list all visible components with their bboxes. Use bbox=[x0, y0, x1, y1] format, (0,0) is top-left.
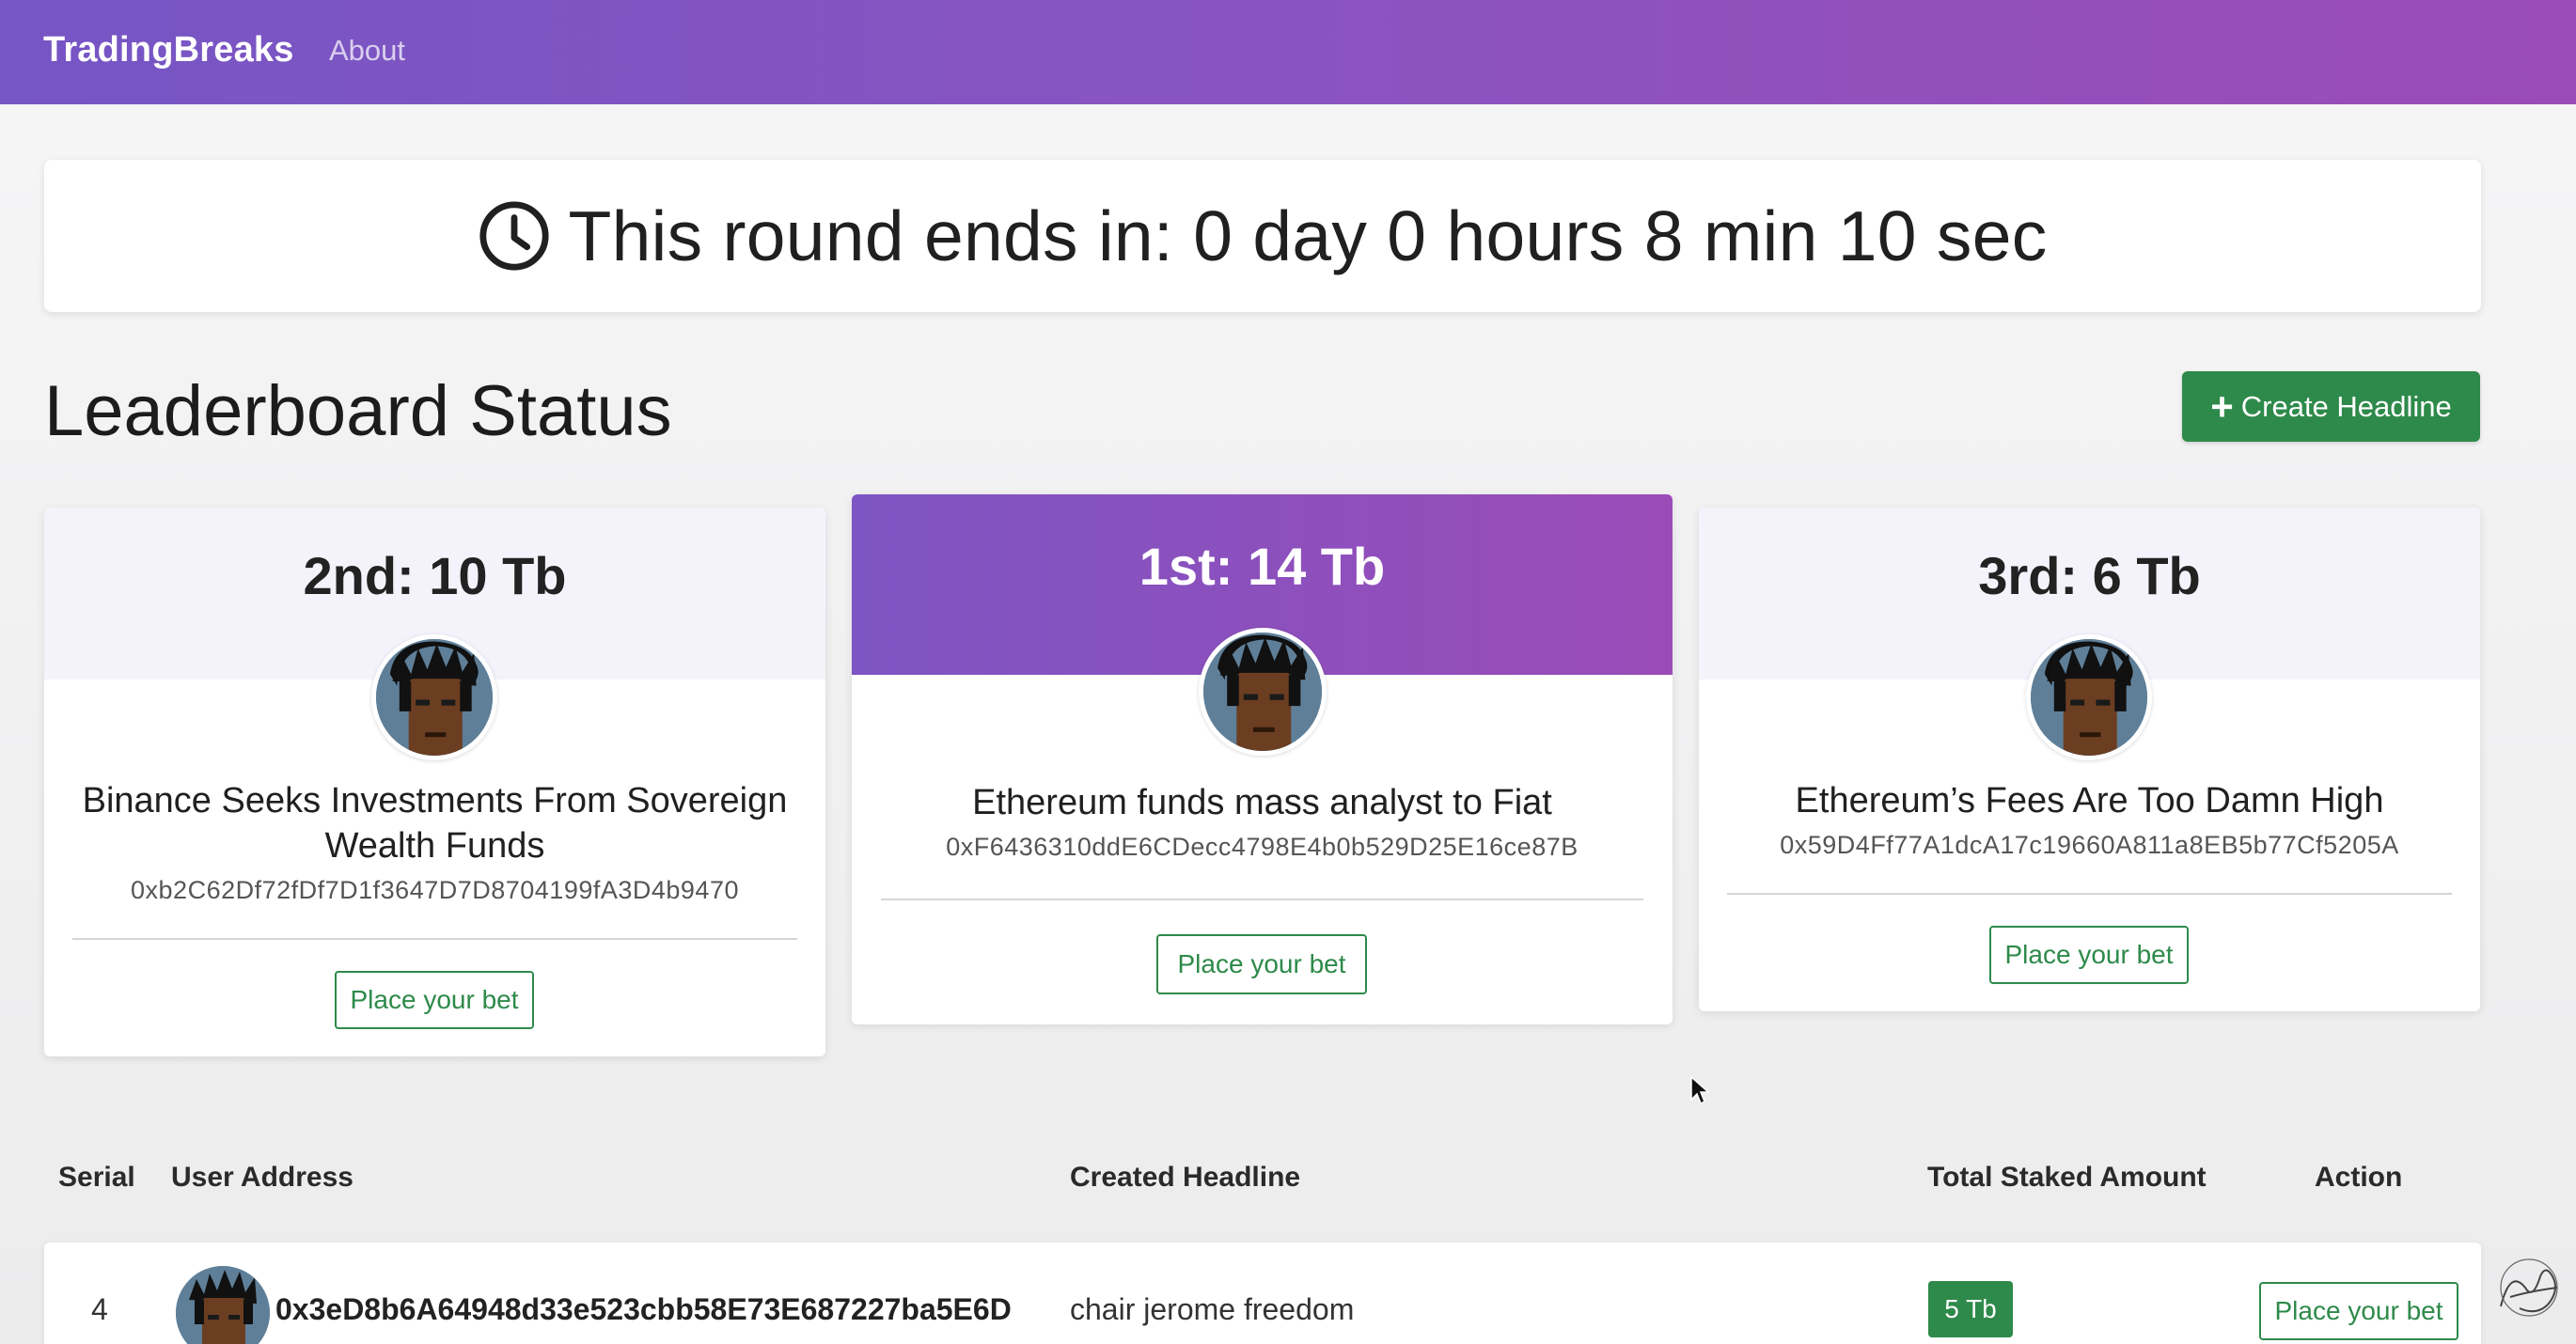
card-headline: Ethereum’s Fees Are Too Damn High bbox=[1795, 781, 2384, 820]
row-place-bet-button[interactable]: Place your bet bbox=[2259, 1282, 2458, 1340]
row-user-address: 0x3eD8b6A64948d33e523cbb58E73E687227ba5E… bbox=[275, 1292, 1012, 1326]
card-address: 0xF6436310ddE6CDecc4798E4b0b529D25E16ce8… bbox=[946, 833, 1579, 861]
punk-avatar-image bbox=[2031, 639, 2147, 756]
plus-icon: + bbox=[2210, 383, 2234, 429]
avatar bbox=[1199, 628, 1327, 756]
card-divider bbox=[1727, 893, 2452, 895]
create-headline-label: Create Headline bbox=[2240, 389, 2452, 423]
countdown-text: This round ends in: 0 day 0 hours 8 min … bbox=[568, 196, 2048, 275]
row-created-headline: chair jerome freedom bbox=[1070, 1292, 1355, 1326]
table-header-created-headline: Created Headline bbox=[1070, 1162, 1301, 1193]
place-bet-button[interactable]: Place your bet bbox=[1156, 934, 1367, 994]
card-divider bbox=[881, 899, 1643, 900]
card-address: 0xb2C62Df72fDf7D1f3647D7D8704199fA3D4b94… bbox=[131, 876, 739, 904]
leaderboard-title: Leaderboard Status bbox=[44, 371, 672, 451]
clock-icon bbox=[479, 201, 550, 271]
round-countdown-banner: This round ends in: 0 day 0 hours 8 min … bbox=[44, 160, 2481, 312]
page: TradingBreaks About This round ends in: … bbox=[0, 0, 2576, 1344]
table-header-action: Action bbox=[2315, 1162, 2403, 1193]
nav-link-about[interactable]: About bbox=[329, 34, 405, 68]
row-serial: 4 bbox=[91, 1292, 108, 1326]
card-divider bbox=[72, 938, 797, 940]
brand-logo[interactable]: TradingBreaks bbox=[43, 30, 294, 70]
place-bet-button[interactable]: Place your bet bbox=[335, 971, 534, 1029]
top-navbar: TradingBreaks About bbox=[0, 0, 2576, 104]
table-row: 4 0x3eD8b6A64948d33e523cbb58E73E687227ba… bbox=[44, 1242, 2481, 1344]
card-headline: Ethereum funds mass analyst to Fiat bbox=[972, 783, 1552, 822]
leaderboard-card-first: 1st: 14 Tb Ethereum funds mass analyst t… bbox=[852, 494, 1673, 1024]
leaderboard-card-third: 3rd: 6 Tb Ethereum’s Fees Are Too Damn H… bbox=[1699, 508, 2480, 1011]
table-header-total-staked: Total Staked Amount bbox=[1927, 1162, 2207, 1193]
mouse-cursor-icon bbox=[1690, 1075, 1710, 1105]
avatar bbox=[2026, 634, 2152, 760]
avatar bbox=[176, 1266, 270, 1344]
punk-avatar-image bbox=[176, 1266, 270, 1344]
staked-amount-badge: 5 Tb bbox=[1928, 1281, 2013, 1337]
avatar bbox=[371, 634, 497, 760]
card-address: 0x59D4Ff77A1dcA17c19660A811a8EB5b77Cf520… bbox=[1780, 831, 2399, 859]
create-headline-button[interactable]: + Create Headline bbox=[2182, 371, 2480, 442]
table-header-user-address: User Address bbox=[171, 1162, 353, 1193]
punk-avatar-image bbox=[1203, 633, 1322, 751]
place-bet-button[interactable]: Place your bet bbox=[1989, 926, 2189, 984]
punk-avatar-image bbox=[376, 639, 493, 756]
table-header-serial: Serial bbox=[58, 1162, 135, 1193]
signature-watermark bbox=[2500, 1258, 2558, 1317]
leaderboard-card-second: 2nd: 10 Tb Binance Seeks Investments Fro… bbox=[44, 508, 825, 1056]
card-headline: Binance Seeks Investments From Sovereign… bbox=[82, 781, 788, 866]
